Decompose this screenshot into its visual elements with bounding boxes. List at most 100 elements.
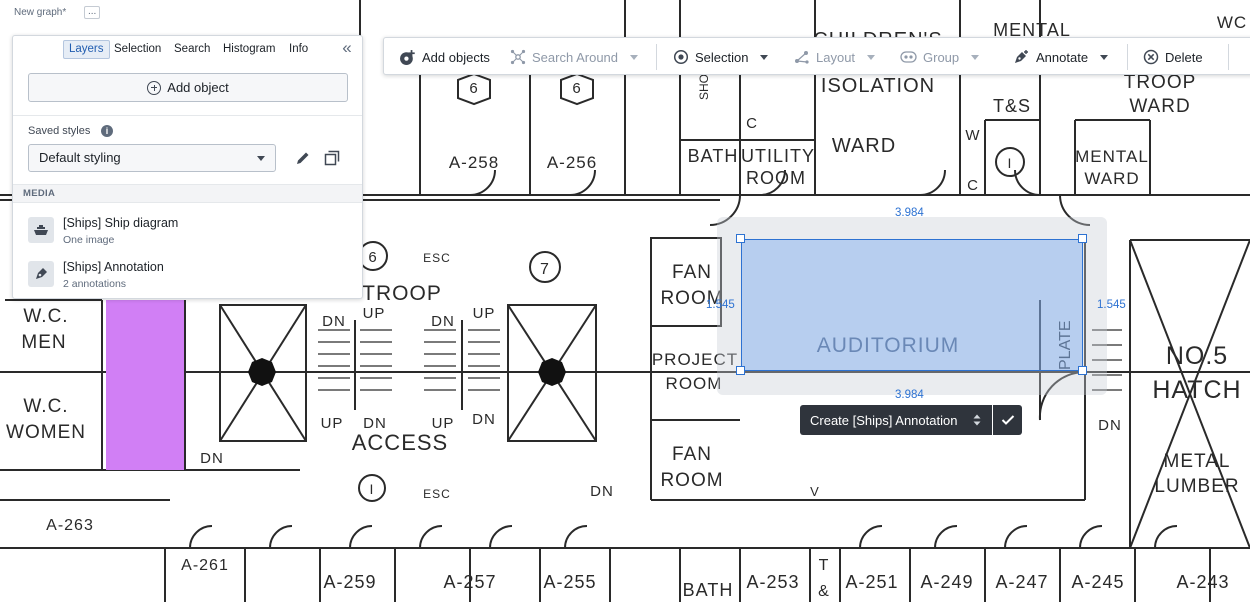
delete-label: Delete: [1165, 49, 1203, 65]
dimension-width-bottom: 3.984: [895, 389, 924, 401]
svg-text:7: 7: [540, 261, 550, 278]
search-around-label: Search Around: [532, 49, 619, 65]
tab-selection[interactable]: Selection: [109, 40, 166, 59]
svg-text:UP: UP: [473, 305, 496, 322]
svg-text:TROOP: TROOP: [362, 282, 442, 305]
tab-info[interactable]: Info: [284, 40, 313, 59]
svg-text:&: &: [818, 583, 830, 600]
search-around-icon: [510, 49, 526, 65]
media-item-annotation[interactable]: [Ships] Annotation 2 annotations: [13, 256, 362, 296]
tab-layers[interactable]: Layers: [63, 40, 110, 59]
svg-text:A-261: A-261: [181, 557, 229, 574]
confirm-annotation-button[interactable]: [993, 405, 1022, 435]
svg-text:C: C: [746, 115, 758, 132]
annotation-selection-rectangle[interactable]: [741, 239, 1083, 371]
svg-text:MENTAL: MENTAL: [1075, 147, 1149, 166]
svg-text:DN: DN: [363, 415, 387, 432]
tab-search[interactable]: Search: [169, 40, 215, 59]
toolbar-separator: [1228, 44, 1229, 70]
svg-text:A-256: A-256: [547, 153, 597, 172]
double-caret-icon: [973, 414, 981, 426]
svg-text:A-259: A-259: [323, 572, 376, 592]
plus-circle-icon: [147, 80, 162, 95]
svg-text:6: 6: [469, 80, 478, 97]
saved-style-select[interactable]: Default styling: [28, 144, 276, 172]
media-item-title: [Ships] Annotation: [63, 260, 164, 274]
svg-text:HATCH: HATCH: [1152, 376, 1241, 404]
duplicate-icon[interactable]: [324, 150, 340, 166]
svg-text:METAL: METAL: [1164, 451, 1231, 472]
dimension-height-left: 1.545: [706, 299, 735, 311]
add-object-button[interactable]: Add object: [28, 73, 348, 102]
double-chevron-left-icon[interactable]: «: [338, 39, 356, 59]
divider: [13, 115, 362, 116]
saved-styles-label: Saved styles: [28, 125, 91, 137]
layout-icon: [795, 51, 809, 64]
caret-down-icon: [760, 54, 769, 60]
add-objects-button[interactable]: Add objects: [399, 38, 490, 76]
toolbar-separator: [656, 44, 657, 70]
edit-pencil-icon[interactable]: [295, 150, 311, 166]
dimension-height-right: 1.545: [1097, 299, 1126, 311]
layout-label: Layout: [816, 49, 856, 65]
delete-circle-x-icon: [1143, 49, 1159, 65]
svg-text:W: W: [965, 127, 980, 144]
svg-text:LUMBER: LUMBER: [1154, 476, 1239, 497]
create-annotation-select[interactable]: Create [Ships] Annotation: [800, 405, 992, 435]
media-item-ship-diagram[interactable]: [Ships] Ship diagram One image: [13, 212, 362, 252]
svg-text:A-258: A-258: [449, 153, 499, 172]
svg-text:UP: UP: [432, 415, 455, 432]
svg-text:ROOM: ROOM: [660, 470, 723, 491]
dimension-width-top: 3.984: [895, 207, 924, 219]
caret-down-icon: [630, 54, 639, 60]
svg-text:ROOM: ROOM: [746, 168, 806, 188]
svg-text:A-245: A-245: [1071, 572, 1124, 592]
svg-text:A-253: A-253: [746, 572, 799, 592]
svg-text:ISOLATION: ISOLATION: [821, 75, 935, 97]
panel-tabs: Layers Selection Search Histogram Info «: [13, 36, 362, 62]
svg-text:6: 6: [368, 249, 377, 266]
ship-icon: [28, 217, 54, 243]
info-icon[interactable]: i: [101, 125, 113, 137]
svg-text:A-255: A-255: [543, 572, 596, 592]
svg-text:UTILITY: UTILITY: [741, 146, 815, 166]
svg-text:6: 6: [572, 80, 581, 97]
selection-button[interactable]: Selection: [673, 38, 769, 76]
layers-panel: Layers Selection Search Histogram Info «…: [12, 35, 363, 299]
svg-text:A-247: A-247: [995, 572, 1048, 592]
graph-more-button[interactable]: ...: [84, 6, 101, 19]
resize-handle-bottom-right[interactable]: [1078, 366, 1087, 375]
svg-text:DN: DN: [322, 313, 346, 330]
layout-button[interactable]: Layout: [794, 38, 876, 76]
resize-handle-bottom-left[interactable]: [736, 366, 745, 375]
svg-text:UP: UP: [363, 305, 386, 322]
svg-text:WOMEN: WOMEN: [6, 422, 86, 443]
selection-label: Selection: [695, 49, 749, 65]
toolbar-separator: [1127, 44, 1128, 70]
svg-text:W.C.: W.C.: [23, 306, 68, 327]
caret-down-icon: [971, 54, 980, 60]
group-icon: [900, 51, 917, 63]
media-item-subtitle: One image: [63, 234, 115, 246]
resize-handle-top-left[interactable]: [736, 234, 745, 243]
graph-title[interactable]: New graph*: [12, 7, 69, 18]
svg-text:W.C.: W.C.: [23, 396, 68, 417]
resize-handle-top-right[interactable]: [1078, 234, 1087, 243]
svg-text:DN: DN: [472, 411, 496, 428]
annotate-label: Annotate: [1036, 49, 1089, 65]
annotate-icon: [1015, 50, 1028, 63]
annotate-button[interactable]: Annotate: [1012, 38, 1109, 76]
caret-down-icon: [257, 156, 265, 161]
svg-text:ACCESS: ACCESS: [352, 430, 448, 455]
annotation-pen-icon: [28, 261, 54, 287]
checkmark-icon: [1001, 415, 1014, 425]
svg-text:BATH: BATH: [688, 146, 739, 166]
selection-target-icon: [673, 49, 689, 65]
search-around-button[interactable]: Search Around: [510, 38, 639, 76]
delete-button[interactable]: Delete: [1143, 38, 1203, 76]
group-button[interactable]: Group: [900, 38, 980, 76]
svg-text:WARD: WARD: [832, 135, 896, 157]
add-objects-icon: [400, 49, 415, 65]
media-item-subtitle: 2 annotations: [63, 278, 127, 290]
tab-histogram[interactable]: Histogram: [218, 40, 280, 59]
